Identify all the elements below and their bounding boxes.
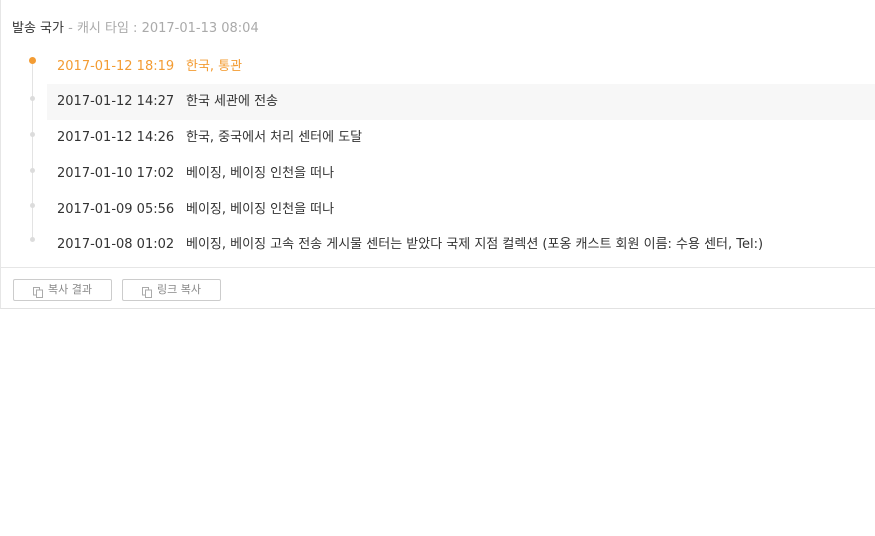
- event-time: 2017-01-12 14:26: [57, 130, 175, 145]
- cache-time: 캐시 타임 : 2017-01-13 08:04: [76, 21, 259, 36]
- timeline-line: [32, 61, 33, 239]
- event-time: 2017-01-10 17:02: [57, 166, 175, 181]
- timeline-event: 2017-01-12 18:19 한국, 통관: [47, 49, 875, 85]
- header-separator: -: [63, 21, 77, 36]
- event-description: 한국 세관에 전송: [186, 94, 278, 109]
- copy-result-label: 복사 결과: [48, 283, 92, 296]
- copy-icon: [142, 285, 152, 298]
- footer-divider: [1, 267, 875, 268]
- timeline-event: 2017-01-10 17:02 베이징, 베이징 인천을 떠나: [47, 156, 875, 192]
- timeline-dot-icon: [30, 237, 35, 242]
- event-time: 2017-01-12 14:27: [57, 94, 175, 109]
- tracking-panel: 발송 국가 - 캐시 타임 : 2017-01-13 08:04 2017-01…: [0, 0, 875, 309]
- event-description: 한국, 통관: [186, 59, 243, 74]
- event-time: 2017-01-12 18:19: [57, 59, 175, 74]
- event-description: 베이징, 베이징 인천을 떠나: [186, 202, 335, 217]
- copy-link-button[interactable]: 링크 복사: [122, 279, 221, 301]
- copy-result-button[interactable]: 복사 결과: [13, 279, 112, 301]
- timeline-dot-icon: [30, 132, 35, 137]
- timeline-dot-icon: [30, 203, 35, 208]
- event-description: 한국, 중국에서 처리 센터에 도달: [186, 130, 363, 145]
- event-time: 2017-01-09 05:56: [57, 202, 175, 217]
- timeline-dot-active-icon: [29, 57, 36, 64]
- timeline-dot-icon: [30, 168, 35, 173]
- event-description: 베이징, 베이징 고속 전송 게시물 센터는 받았다 국제 지점 컬렉션 (포옹…: [186, 237, 764, 252]
- origin-country-label: 발송 국가: [12, 21, 64, 36]
- timeline-event: 2017-01-12 14:26 한국, 중국에서 처리 센터에 도달: [47, 120, 875, 156]
- timeline-event: 2017-01-09 05:56 베이징, 베이징 인천을 떠나: [47, 192, 875, 228]
- copy-icon: [33, 285, 43, 298]
- event-description: 베이징, 베이징 인천을 떠나: [186, 166, 335, 181]
- timeline-event: 2017-01-08 01:02 베이징, 베이징 고속 전송 게시물 센터는 받…: [47, 227, 875, 263]
- copy-link-label: 링크 복사: [157, 283, 201, 296]
- timeline-dot-icon: [30, 96, 35, 101]
- tracking-header: 발송 국가 - 캐시 타임 : 2017-01-13 08:04: [12, 19, 259, 39]
- event-time: 2017-01-08 01:02: [57, 237, 175, 252]
- timeline-event: 2017-01-12 14:27 한국 세관에 전송: [47, 84, 875, 120]
